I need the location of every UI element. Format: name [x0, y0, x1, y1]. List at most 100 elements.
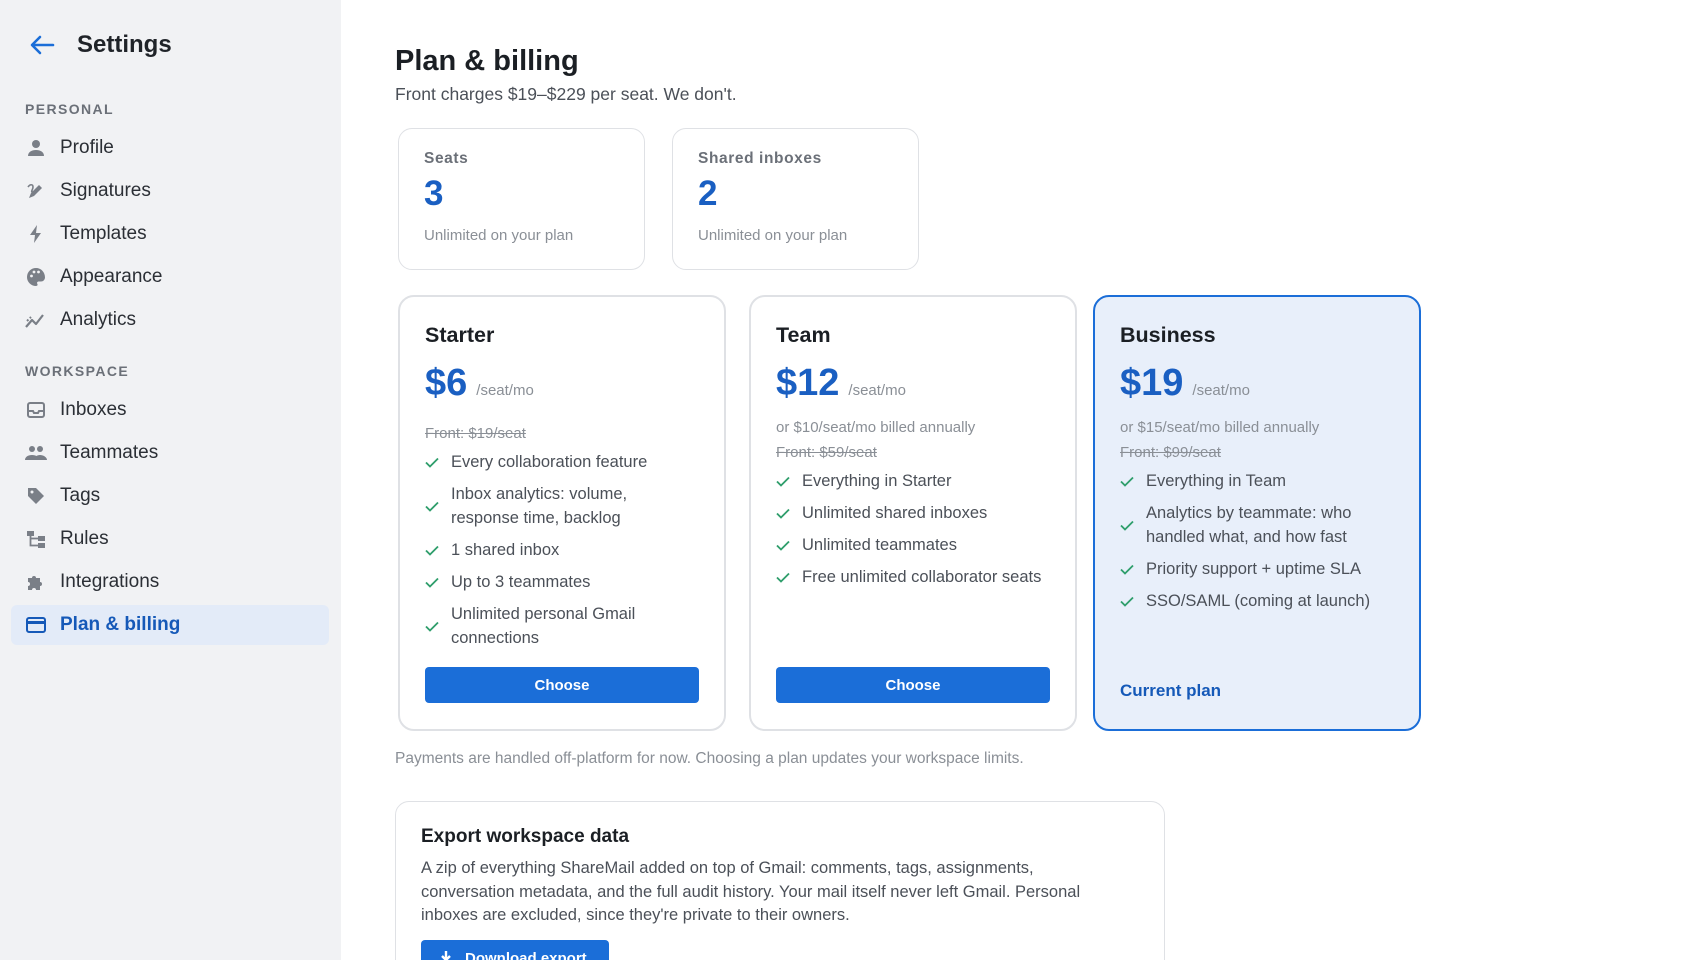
plan-price-row: $6 /seat/mo	[425, 361, 699, 405]
plan-unit: /seat/mo	[1192, 382, 1250, 399]
inbox-icon	[25, 399, 47, 421]
sidebar-item-label: Rules	[60, 528, 109, 549]
export-card: Export workspace data A zip of everythin…	[395, 801, 1165, 960]
feature-text: 1 shared inbox	[451, 541, 560, 559]
sidebar-item-appearance[interactable]: Appearance	[11, 257, 329, 297]
feature-item: Unlimited shared inboxes	[776, 501, 1050, 525]
feature-item: Every collaboration feature	[425, 450, 699, 474]
stat-label: Shared inboxes	[698, 150, 822, 167]
export-title: Export workspace data	[421, 826, 630, 847]
check-icon	[1120, 476, 1138, 487]
feature-list: Everything in Starter Unlimited shared i…	[776, 469, 1050, 589]
feature-text: Up to 3 teammates	[451, 573, 591, 591]
download-export-button[interactable]: Download export	[421, 940, 609, 960]
feature-item: Free unlimited collaborator seats	[776, 565, 1050, 589]
feature-item: 1 shared inbox	[425, 538, 699, 562]
feature-text: Priority support + uptime SLA	[1146, 560, 1362, 578]
page-title: Plan & billing	[395, 45, 579, 77]
palette-icon	[25, 266, 47, 288]
plan-price-row: $19 /seat/mo	[1120, 361, 1394, 405]
feature-text: Unlimited personal Gmail connections	[451, 605, 636, 647]
rules-icon	[25, 528, 47, 550]
feature-item: Inbox analytics: volume, response time, …	[425, 482, 699, 530]
sidebar-item-templates[interactable]: Templates	[11, 214, 329, 254]
feature-text: Inbox analytics: volume, response time, …	[451, 485, 628, 527]
sidebar-item-tags[interactable]: Tags	[11, 476, 329, 516]
plan-card-business: Business $19 /seat/mo or $15/seat/mo bil…	[1093, 295, 1421, 731]
check-icon	[1120, 596, 1138, 607]
sidebar-item-integrations[interactable]: Integrations	[11, 562, 329, 602]
stat-value: 3	[424, 174, 444, 213]
feature-text: Analytics by teammate: who handled what,…	[1146, 504, 1352, 546]
section-personal: PERSONAL	[25, 101, 114, 117]
plan-name: Starter	[425, 323, 495, 347]
sidebar-item-label: Signatures	[60, 180, 151, 201]
plan-price: $19	[1120, 362, 1184, 404]
check-icon	[425, 457, 443, 468]
person-icon	[25, 137, 47, 159]
check-icon	[425, 545, 443, 556]
feature-item: Everything in Starter	[776, 469, 1050, 493]
feature-list: Every collaboration feature Inbox analyt…	[425, 450, 699, 650]
front-price: Front: $59/seat	[776, 444, 877, 461]
sidebar-header: Settings	[27, 30, 172, 60]
sidebar-item-teammates[interactable]: Teammates	[11, 433, 329, 473]
check-icon	[776, 540, 794, 551]
plan-price: $6	[425, 362, 468, 404]
feature-text: Everything in Starter	[802, 472, 952, 490]
feature-item: Analytics by teammate: who handled what,…	[1120, 501, 1394, 549]
people-icon	[25, 442, 47, 464]
plan-unit: /seat/mo	[476, 382, 534, 399]
sidebar-item-rules[interactable]: Rules	[11, 519, 329, 559]
plan-name: Team	[776, 323, 831, 347]
feature-item: SSO/SAML (coming at launch)	[1120, 589, 1394, 613]
current-plan-label: Current plan	[1120, 681, 1222, 700]
feature-item: Unlimited teammates	[776, 533, 1050, 557]
feature-text: Free unlimited collaborator seats	[802, 568, 1042, 586]
check-icon	[1120, 564, 1138, 575]
stat-label: Seats	[424, 150, 469, 167]
sidebar-item-label: Profile	[60, 137, 114, 158]
card-icon	[25, 614, 47, 636]
choose-team-button[interactable]: Choose	[776, 667, 1050, 703]
check-icon	[425, 621, 443, 632]
payments-note: Payments are handled off-platform for no…	[395, 750, 1024, 767]
sidebar-item-label: Analytics	[60, 309, 137, 330]
check-icon	[776, 476, 794, 487]
sidebar: Settings PERSONAL Profile Signatures Tem…	[0, 0, 341, 960]
analytics-icon	[25, 309, 47, 331]
front-price: Front: $99/seat	[1120, 444, 1221, 461]
download-export-label: Download export	[465, 949, 587, 960]
feature-item: Unlimited personal Gmail connections	[425, 602, 699, 650]
plan-card-starter: Starter $6 /seat/mo Front: $19/seat Ever…	[398, 295, 726, 731]
front-price: Front: $19/seat	[425, 425, 526, 442]
sidebar-item-analytics[interactable]: Analytics	[11, 300, 329, 340]
feature-text: Every collaboration feature	[451, 453, 648, 471]
plan-name: Business	[1120, 323, 1216, 347]
bolt-icon	[25, 223, 47, 245]
sidebar-item-signatures[interactable]: Signatures	[11, 171, 329, 211]
sidebar-item-label: Tags	[60, 485, 101, 506]
page-subtitle: Front charges $19–$229 per seat. We don'…	[395, 84, 737, 104]
tag-icon	[25, 485, 47, 507]
check-icon	[425, 501, 443, 512]
export-description: A zip of everything ShareMail added on t…	[421, 859, 1081, 924]
sidebar-item-label: Teammates	[60, 442, 159, 463]
choose-starter-button[interactable]: Choose	[425, 667, 699, 703]
plan-price-row: $12 /seat/mo	[776, 361, 1050, 405]
section-workspace: WORKSPACE	[25, 363, 130, 379]
sidebar-item-label: Plan & billing	[60, 614, 181, 635]
feature-text: SSO/SAML (coming at launch)	[1146, 592, 1371, 610]
feature-item: Everything in Team	[1120, 469, 1394, 493]
plan-price: $12	[776, 362, 840, 404]
plan-unit: /seat/mo	[848, 382, 906, 399]
sidebar-item-plan-billing[interactable]: Plan & billing	[11, 605, 329, 645]
sidebar-item-profile[interactable]: Profile	[11, 128, 329, 168]
feature-list: Everything in Team Analytics by teammate…	[1120, 469, 1394, 613]
download-icon	[439, 950, 453, 960]
back-arrow-icon[interactable]	[27, 30, 57, 60]
check-icon	[1120, 520, 1138, 531]
sidebar-item-inboxes[interactable]: Inboxes	[11, 390, 329, 430]
annual-price: or $15/seat/mo billed annually	[1120, 419, 1320, 436]
sidebar-title: Settings	[77, 31, 172, 58]
